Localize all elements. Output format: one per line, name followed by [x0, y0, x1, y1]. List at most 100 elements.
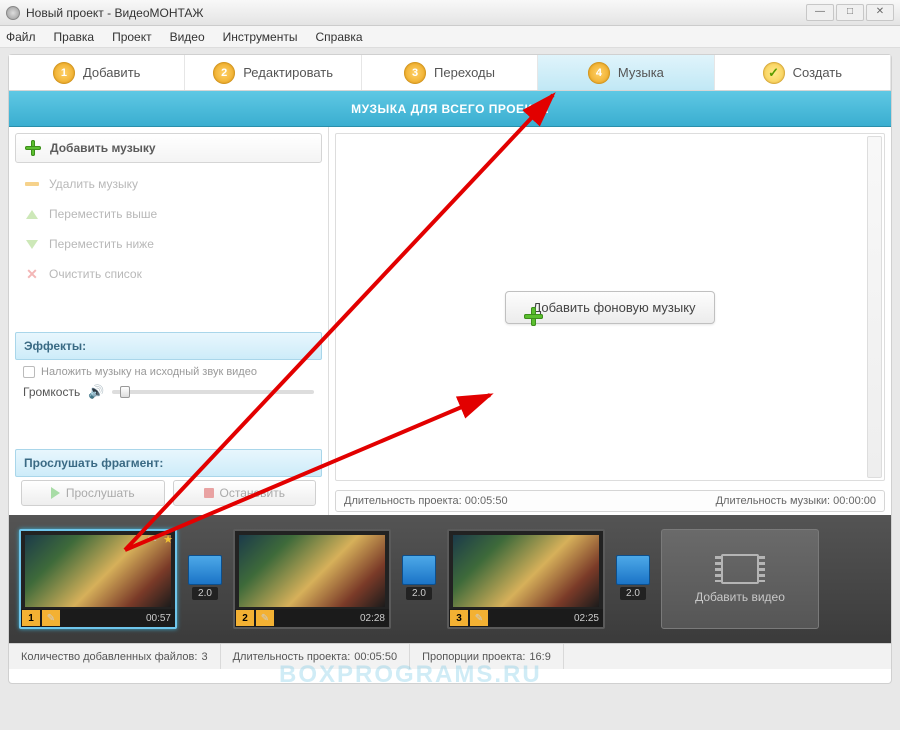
checkbox-icon[interactable] — [23, 366, 35, 378]
clip-duration: 02:25 — [574, 613, 599, 624]
window-titlebar: Новый проект - ВидеоМОНТАЖ — □ ✕ — [0, 0, 900, 26]
scrollbar[interactable] — [867, 136, 882, 478]
duration-bar: Длительность проекта: 00:05:50 Длительно… — [335, 487, 885, 515]
minus-icon — [23, 175, 41, 193]
step-num-4: 4 — [588, 62, 610, 84]
app-area: 1Добавить 2 Редактировать 3Переходы 4Музы… — [8, 54, 892, 684]
status-bar: Количество добавленных файлов: 3 Длитель… — [9, 643, 891, 669]
status-aspect-label: Пропорции проекта: — [422, 651, 525, 663]
remove-music-button[interactable]: Удалить музыку — [15, 169, 322, 199]
menu-edit[interactable]: Правка — [54, 30, 95, 44]
menu-tools[interactable]: Инструменты — [223, 30, 298, 44]
transition-2[interactable]: 2.0 — [401, 555, 437, 603]
stop-label: Остановить — [220, 486, 286, 500]
app-icon — [6, 6, 20, 20]
speaker-icon: 🔊 — [88, 384, 104, 400]
timeline-clip-3[interactable]: 3 ✎ 02:25 — [447, 529, 605, 629]
section-header: МУЗЫКА ДЛЯ ВСЕГО ПРОЕКТА — [9, 91, 891, 127]
film-icon — [721, 554, 759, 584]
add-music-label: Добавить музыку — [50, 141, 156, 155]
status-aspect: Пропорции проекта: 16:9 — [410, 644, 564, 669]
timeline-clip-1[interactable]: ✂ ★ 1 ✎ 00:57 — [19, 529, 177, 629]
move-up-label: Переместить выше — [49, 207, 157, 221]
pencil-icon[interactable]: ✎ — [470, 610, 488, 626]
minimize-button[interactable]: — — [806, 4, 834, 21]
effects-header: Эффекты: — [15, 332, 322, 360]
slider-thumb[interactable] — [120, 386, 130, 398]
add-music-button[interactable]: Добавить музыку — [15, 133, 322, 163]
timeline-clip-2[interactable]: 2 ✎ 02:28 — [233, 529, 391, 629]
add-bg-music-label: Добавить фоновую музыку — [532, 300, 695, 315]
music-duration-value: 00:00:00 — [833, 495, 876, 507]
pencil-icon[interactable]: ✎ — [256, 610, 274, 626]
check-icon — [763, 62, 785, 84]
transition-icon — [616, 555, 650, 585]
play-icon — [51, 487, 60, 499]
step-music[interactable]: 4Музыка — [538, 55, 714, 90]
transition-3[interactable]: 2.0 — [615, 555, 651, 603]
listen-label: Прослушать — [66, 486, 135, 500]
add-video-button[interactable]: Добавить видео — [661, 529, 819, 629]
step-edit[interactable]: 2 Редактировать — [185, 55, 361, 90]
step-label-edit: Редактировать — [243, 65, 333, 80]
preview-buttons: Прослушать Остановить — [15, 477, 322, 509]
menu-file[interactable]: Файл — [6, 30, 36, 44]
status-files-value: 3 — [201, 651, 207, 663]
music-list-area: Добавить фоновую музыку — [335, 133, 885, 481]
volume-slider[interactable] — [112, 390, 314, 394]
clear-list-button[interactable]: ✕ Очистить список — [15, 259, 322, 289]
music-duration-label: Длительность музыки: — [716, 495, 831, 507]
transition-1[interactable]: 2.0 — [187, 555, 223, 603]
move-down-button[interactable]: Переместить ниже — [15, 229, 322, 259]
remove-music-label: Удалить музыку — [49, 177, 138, 191]
step-num-1: 1 — [53, 62, 75, 84]
step-add[interactable]: 1Добавить — [9, 55, 185, 90]
volume-row: Громкость 🔊 — [15, 384, 322, 406]
pencil-icon[interactable]: ✎ — [42, 610, 60, 626]
menu-help[interactable]: Справка — [315, 30, 362, 44]
arrow-down-icon — [23, 235, 41, 253]
menu-bar: Файл Правка Проект Видео Инструменты Спр… — [0, 26, 900, 48]
status-files: Количество добавленных файлов: 3 — [9, 644, 221, 669]
transition-duration: 2.0 — [192, 587, 218, 600]
clip-duration: 02:28 — [360, 613, 385, 624]
effects-header-label: Эффекты: — [24, 339, 86, 353]
overlay-music-row[interactable]: Наложить музыку на исходный звук видео — [15, 360, 322, 384]
menu-project[interactable]: Проект — [112, 30, 152, 44]
step-label-create: Создать — [793, 65, 842, 80]
music-list-pane: Добавить фоновую музыку Длительность про… — [329, 127, 891, 515]
clip-info-bar: 2 ✎ 02:28 — [235, 609, 389, 627]
project-duration-cell: Длительность проекта: 00:05:50 Длительно… — [335, 490, 885, 512]
timeline[interactable]: ✂ ★ 1 ✎ 00:57 2.0 2 ✎ 02:28 2.0 3 ✎ 02:2… — [9, 515, 891, 643]
clip-number: 1 — [22, 610, 40, 626]
overlay-music-label: Наложить музыку на исходный звук видео — [41, 366, 257, 378]
move-up-button[interactable]: Переместить выше — [15, 199, 322, 229]
music-sidebar: Добавить музыку Удалить музыку Перемести… — [9, 127, 329, 515]
step-num-3: 3 — [404, 62, 426, 84]
step-create[interactable]: Создать — [715, 55, 891, 90]
status-duration: Длительность проекта: 00:05:50 — [221, 644, 411, 669]
main-grid: Добавить музыку Удалить музыку Перемести… — [9, 127, 891, 515]
clip-number: 3 — [450, 610, 468, 626]
add-video-label: Добавить видео — [695, 590, 785, 604]
transition-icon — [188, 555, 222, 585]
clip-thumbnail — [453, 535, 599, 607]
transition-icon — [402, 555, 436, 585]
add-background-music-button[interactable]: Добавить фоновую музыку — [505, 291, 714, 324]
x-icon: ✕ — [23, 265, 41, 283]
step-tabs: 1Добавить 2 Редактировать 3Переходы 4Музы… — [9, 55, 891, 91]
menu-video[interactable]: Видео — [170, 30, 205, 44]
stop-icon — [204, 488, 214, 498]
arrow-up-icon — [23, 205, 41, 223]
status-aspect-value: 16:9 — [529, 651, 550, 663]
stop-button[interactable]: Остановить — [173, 480, 317, 506]
section-header-title: МУЗЫКА ДЛЯ ВСЕГО ПРОЕКТА — [351, 102, 549, 116]
maximize-button[interactable]: □ — [836, 4, 864, 21]
step-transitions[interactable]: 3Переходы — [362, 55, 538, 90]
listen-button[interactable]: Прослушать — [21, 480, 165, 506]
status-duration-label: Длительность проекта: — [233, 651, 351, 663]
step-num-2: 2 — [213, 62, 235, 84]
close-button[interactable]: ✕ — [866, 4, 894, 21]
volume-label: Громкость — [23, 385, 80, 399]
star-icon: ★ — [163, 533, 173, 546]
